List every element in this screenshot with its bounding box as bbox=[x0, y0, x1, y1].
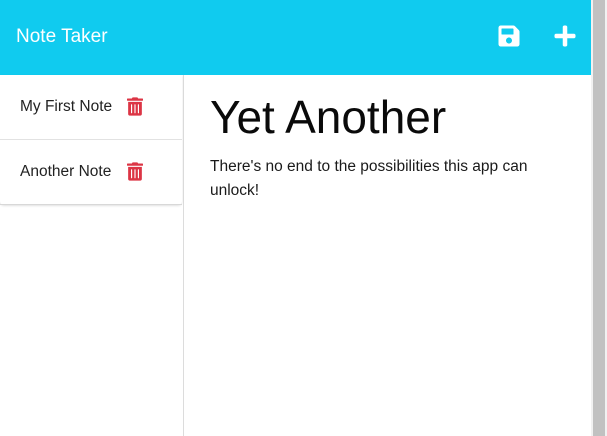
note-taker-app: Note Taker My First Note Another Note Ye… bbox=[0, 0, 591, 436]
navbar: Note Taker bbox=[0, 0, 591, 75]
trash-icon[interactable] bbox=[127, 162, 143, 181]
page-scrollbar[interactable] bbox=[591, 0, 607, 436]
list-item[interactable]: Another Note bbox=[0, 140, 182, 205]
plus-icon[interactable] bbox=[553, 24, 577, 48]
note-title[interactable]: My First Note bbox=[20, 97, 112, 117]
trash-icon[interactable] bbox=[127, 97, 143, 116]
note-editor: Yet Another There's no end to the possib… bbox=[184, 75, 591, 436]
note-text-field[interactable]: There's no end to the possibilities this… bbox=[210, 155, 570, 203]
scrollbar-thumb[interactable] bbox=[593, 0, 605, 436]
note-title-field[interactable]: Yet Another bbox=[210, 90, 446, 144]
list-item[interactable]: My First Note bbox=[0, 75, 182, 140]
note-list: My First Note Another Note bbox=[0, 75, 182, 205]
note-title[interactable]: Another Note bbox=[20, 162, 111, 182]
brand-title[interactable]: Note Taker bbox=[16, 25, 108, 49]
save-icon[interactable] bbox=[497, 24, 521, 48]
sidebar: My First Note Another Note bbox=[0, 75, 184, 436]
